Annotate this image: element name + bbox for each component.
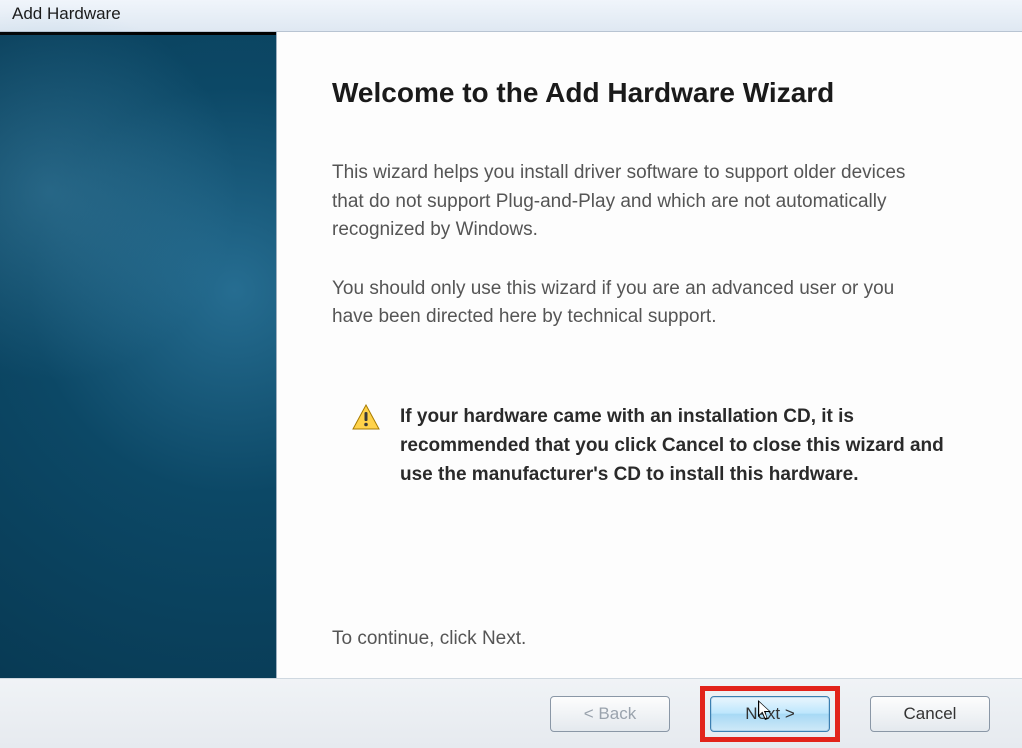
titlebar: Add Hardware — [0, 0, 1022, 32]
button-bar: < Back Next > Cancel — [0, 678, 1022, 748]
content-area: Welcome to the Add Hardware Wizard This … — [0, 32, 1022, 678]
next-button[interactable]: Next > — [710, 696, 830, 732]
intro-paragraph-1: This wizard helps you install driver sof… — [332, 159, 932, 245]
wizard-sidebar-image — [0, 32, 277, 678]
main-panel: Welcome to the Add Hardware Wizard This … — [277, 32, 1022, 678]
continue-instruction: To continue, click Next. — [332, 628, 967, 650]
wizard-window: Add Hardware Welcome to the Add Hardware… — [0, 0, 1022, 748]
warning-block: If your hardware came with an installati… — [352, 402, 967, 490]
back-button: < Back — [550, 696, 670, 732]
warning-text: If your hardware came with an installati… — [400, 402, 960, 490]
page-heading: Welcome to the Add Hardware Wizard — [332, 77, 967, 109]
warning-icon — [352, 404, 380, 435]
cancel-button[interactable]: Cancel — [870, 696, 990, 732]
annotation-highlight: Next > — [700, 686, 840, 742]
intro-paragraph-2: You should only use this wizard if you a… — [332, 275, 932, 332]
